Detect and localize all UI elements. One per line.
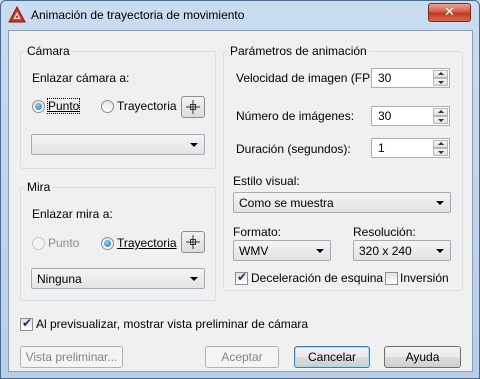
chevron-down-icon <box>436 249 444 253</box>
target-path-radio[interactable] <box>101 237 114 250</box>
pick-point-icon <box>186 235 200 249</box>
camera-path-radio-label[interactable]: Trayectoria <box>117 99 177 113</box>
dialog-body: Cámara Enlazar cámara a: Punto Trayector… <box>8 30 473 372</box>
chevron-down-icon <box>436 201 444 205</box>
fps-spinner[interactable]: 30 <box>371 68 450 88</box>
title-bar[interactable]: Animación de trayectoria de movimiento ✕ <box>1 1 479 29</box>
pick-point-icon <box>186 100 200 114</box>
fps-spin-buttons <box>433 70 448 86</box>
chevron-down-icon <box>316 249 324 253</box>
window-title: Animación de trayectoria de movimiento <box>31 8 245 22</box>
preview-camera-label[interactable]: Al previsualizar, mostrar vista prelimin… <box>36 317 308 331</box>
format-dropdown[interactable]: WMV <box>233 240 331 261</box>
corner-deceleration-checkbox[interactable] <box>235 270 248 285</box>
preview-button[interactable]: Vista preliminar... <box>20 346 123 368</box>
camera-pick-point-button[interactable] <box>181 96 205 118</box>
help-button[interactable]: Ayuda <box>384 346 461 368</box>
camera-path-dropdown[interactable] <box>31 134 205 155</box>
fps-value[interactable]: 30 <box>378 71 391 85</box>
camera-point-radio[interactable] <box>32 100 45 113</box>
spin-down-icon[interactable] <box>433 148 448 156</box>
camera-point-radio-label[interactable]: Punto <box>46 98 81 114</box>
frames-label: Número de imágenes: <box>236 109 355 123</box>
target-pick-point-button[interactable] <box>181 231 205 253</box>
format-value: WMV <box>239 244 269 258</box>
animation-settings-title: Parámetros de animación <box>228 44 369 58</box>
visual-style-label: Estilo visual: <box>233 174 300 188</box>
preview-camera-checkbox[interactable] <box>20 316 33 331</box>
reverse-checkbox[interactable] <box>385 272 398 285</box>
target-point-radio[interactable] <box>32 237 45 250</box>
reverse-label[interactable]: Inversión <box>400 271 449 285</box>
camera-path-radio[interactable] <box>101 100 114 113</box>
dialog-window: Animación de trayectoria de movimiento ✕… <box>0 0 480 379</box>
camera-group-title: Cámara <box>25 44 72 58</box>
corner-deceleration-label[interactable]: Deceleración de esquina <box>251 271 383 285</box>
target-path-dropdown[interactable]: Ninguna <box>31 268 205 289</box>
format-label: Formato: <box>233 225 282 239</box>
duration-value[interactable]: 1 <box>378 141 385 155</box>
target-group-title: Mira <box>25 180 53 194</box>
close-button[interactable]: ✕ <box>428 3 471 22</box>
visual-style-value: Como se muestra <box>239 196 334 210</box>
visual-style-dropdown[interactable]: Como se muestra <box>233 192 451 213</box>
target-link-label: Enlazar mira a: <box>32 207 113 221</box>
target-point-radio-label[interactable]: Punto <box>48 236 79 250</box>
fps-label: Velocidad de imagen (FPS): <box>236 71 386 85</box>
resolution-value: 320 x 240 <box>359 244 412 258</box>
camera-link-label: Enlazar cámara a: <box>32 71 130 85</box>
cancel-button[interactable]: Cancelar <box>294 346 370 368</box>
duration-spinner[interactable]: 1 <box>371 138 450 158</box>
frames-value[interactable]: 30 <box>378 109 391 123</box>
spin-up-icon[interactable] <box>433 140 448 148</box>
resolution-dropdown[interactable]: 320 x 240 <box>353 240 451 261</box>
spin-up-icon[interactable] <box>433 70 448 78</box>
resolution-label: Resolución: <box>353 225 416 239</box>
chevron-down-icon <box>190 143 198 147</box>
frames-spin-buttons <box>433 108 448 124</box>
close-icon: ✕ <box>444 5 455 20</box>
target-path-radio-label[interactable]: Trayectoria <box>117 236 177 250</box>
spin-down-icon[interactable] <box>433 116 448 124</box>
spin-up-icon[interactable] <box>433 108 448 116</box>
ok-button[interactable]: Aceptar <box>205 346 279 368</box>
target-path-dropdown-value: Ninguna <box>37 272 82 286</box>
frames-spinner[interactable]: 30 <box>371 106 450 126</box>
chevron-down-icon <box>190 277 198 281</box>
autocad-app-icon <box>8 6 26 23</box>
spin-down-icon[interactable] <box>433 78 448 86</box>
duration-spin-buttons <box>433 140 448 156</box>
duration-label: Duración (segundos): <box>236 142 351 156</box>
